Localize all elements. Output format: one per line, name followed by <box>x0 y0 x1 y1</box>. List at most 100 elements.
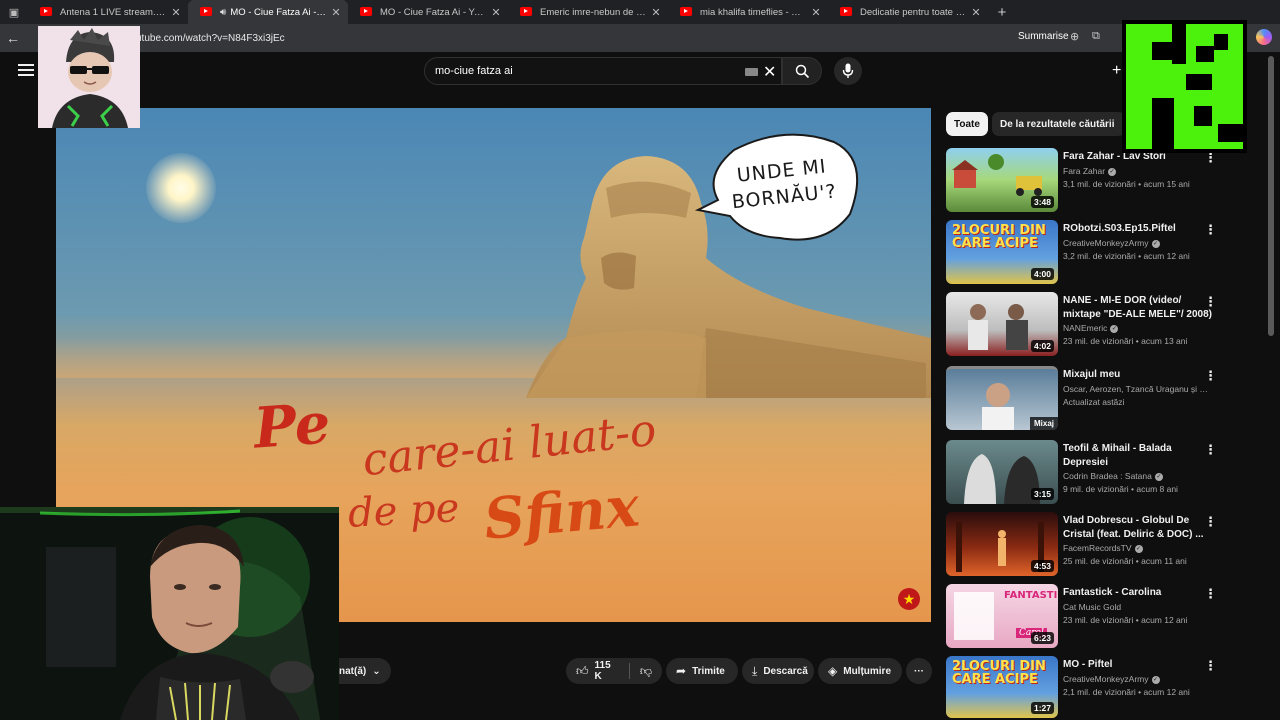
channel-name[interactable]: CreativeMonkeyzArmy ✓ <box>1063 238 1213 248</box>
more-options-icon[interactable]: ⋮ <box>1204 514 1217 530</box>
search-box[interactable]: ✕ <box>424 57 782 85</box>
extension-icon[interactable]: ⊕ <box>1070 30 1079 43</box>
close-tab-icon[interactable]: ✕ <box>650 6 662 19</box>
webcam-feed-image <box>0 507 339 720</box>
channel-name[interactable]: NANEmeric ✓ <box>1063 323 1213 333</box>
search-input[interactable] <box>435 65 735 77</box>
video-thumbnail[interactable]: 2LOCURI DIN CARE ACIPE 1:27 <box>946 656 1058 718</box>
more-actions-button[interactable]: ··· <box>906 658 932 684</box>
video-thumbnail[interactable]: 2LOCURI DIN CARE ACIPE 4:00 <box>946 220 1058 284</box>
page-scrollbar[interactable] <box>1268 56 1274 336</box>
browser-tab[interactable]: mia khalifa timeflies - YouTube ✕ <box>668 0 828 24</box>
like-icon[interactable]: 👍︎ <box>576 664 589 679</box>
url-field[interactable]: utube.com/watch?v=N84F3xi3jEc <box>136 33 285 44</box>
more-options-icon[interactable]: ⋮ <box>1204 294 1217 310</box>
voice-search-button[interactable] <box>834 57 862 85</box>
create-plus-icon[interactable]: + <box>1112 62 1121 80</box>
video-title[interactable]: Fantastick - Carolina <box>1063 586 1213 600</box>
video-art-title: de pe <box>346 485 461 537</box>
close-tab-icon[interactable]: ✕ <box>970 6 982 19</box>
channel-name-text: FacemRecordsTV <box>1063 543 1132 553</box>
video-meta: Actualizat astăzi <box>1063 397 1125 407</box>
video-title[interactable]: Teofil & Mihail - Balada Depresiei <box>1063 442 1213 470</box>
mix-thumbnail[interactable]: Mixaj <box>946 366 1058 430</box>
tab-audio-icon[interactable]: 🔊︎ <box>220 7 226 18</box>
more-options-icon[interactable]: ⋮ <box>1204 586 1217 602</box>
dislike-icon[interactable]: 👎︎ <box>640 664 652 679</box>
recommendation-item[interactable]: FANTASTICK Carol 6:23 Fantastick - Carol… <box>946 584 1262 652</box>
recommendation-item[interactable]: Mixaj Mixajul meu Oscar, Aerozen, Tzancă… <box>946 366 1262 434</box>
channel-name-text: Codrin Bradea : Satana <box>1063 471 1152 481</box>
channel-name[interactable]: Oscar, Aerozen, Tzancă Uraganu și mulți … <box>1063 384 1213 394</box>
browser-tab[interactable]: Emeric imre-nebun de alb - YouTube ✕ <box>508 0 668 24</box>
download-button[interactable]: ⤓ Descarcă <box>742 658 814 684</box>
video-duration: 1:27 <box>1030 702 1054 714</box>
channel-name[interactable]: Fara Zahar ✓ <box>1063 166 1213 176</box>
new-tab-button[interactable]: + <box>992 4 1012 21</box>
chip-from-search-results[interactable]: De la rezultatele căutării <box>992 112 1123 136</box>
search-icon <box>795 64 810 79</box>
channel-watermark-icon[interactable]: ★ <box>898 588 920 610</box>
browser-tab[interactable]: Dedicatie pentru toate fetele de p ✕ <box>828 0 988 24</box>
thanks-icon: ◈ <box>828 664 838 678</box>
video-art-title: Sfinx <box>481 473 642 553</box>
video-title[interactable]: RObotzi.S03.Ep15.Piftel <box>1063 222 1213 236</box>
video-thumbnail[interactable]: 3:48 <box>946 148 1058 212</box>
more-options-icon[interactable]: ⋮ <box>1204 222 1217 238</box>
summarise-button[interactable]: Summarise <box>1018 31 1069 42</box>
video-title[interactable]: MO - Piftel <box>1063 658 1213 672</box>
browser-tab-active[interactable]: 🔊︎ MO - Ciue Fatza Ai - YouTube ✕ <box>188 0 348 24</box>
recommendation-item[interactable]: 3:15 Teofil & Mihail - Balada Depresiei … <box>946 440 1262 508</box>
close-tab-icon[interactable]: ✕ <box>490 6 502 19</box>
more-options-icon[interactable]: ⋮ <box>1204 442 1217 458</box>
thanks-label: Mulțumire <box>843 665 892 677</box>
tab-groups-icon[interactable]: ⧉ <box>1092 30 1100 43</box>
close-tab-icon[interactable]: ✕ <box>330 6 342 19</box>
channel-name[interactable]: Cat Music Gold <box>1063 602 1213 612</box>
copilot-icon[interactable] <box>1256 29 1272 45</box>
browser-tab[interactable]: MO - Ciue Fatza Ai - YouTube ✕ <box>348 0 508 24</box>
youtube-favicon-icon <box>520 7 532 16</box>
video-meta: 23 mil. de vizionări • acum 12 ani <box>1063 615 1188 625</box>
channel-name-text: Fara Zahar <box>1063 166 1106 176</box>
close-tab-icon[interactable]: ✕ <box>810 6 822 19</box>
address-bar: ← utube.com/watch?v=N84F3xi3jEc Summaris… <box>0 24 1280 52</box>
video-thumbnail[interactable]: FANTASTICK Carol 6:23 <box>946 584 1058 648</box>
guide-menu-icon[interactable] <box>18 64 34 78</box>
video-title[interactable]: Vlad Dobrescu - Globul De Cristal (feat.… <box>1063 514 1213 542</box>
video-title[interactable]: NANE - MI-E DOR (video/ mixtape "DE-ALE … <box>1063 294 1213 322</box>
share-button[interactable]: ➦ Trimite <box>666 658 738 684</box>
video-sun <box>146 153 216 223</box>
more-options-icon[interactable]: ⋮ <box>1204 368 1217 384</box>
clear-search-icon[interactable]: ✕ <box>763 62 776 82</box>
browser-tab[interactable]: Antena 1 LIVE stream. Vezi online ✕ <box>28 0 188 24</box>
subscribe-dropdown[interactable]: nat(ă) ⌄ <box>339 658 391 684</box>
video-thumbnail[interactable]: 4:53 <box>946 512 1058 576</box>
recommendation-item[interactable]: 4:02 NANE - MI-E DOR (video/ mixtape "DE… <box>946 292 1262 360</box>
search-button[interactable] <box>782 57 822 85</box>
close-tab-icon[interactable]: ✕ <box>170 6 182 19</box>
tab-actions-menu-icon[interactable]: ▣ <box>0 6 28 19</box>
channel-name[interactable]: Codrin Bradea : Satana ✓ <box>1063 471 1213 481</box>
channel-name[interactable]: FacemRecordsTV ✓ <box>1063 543 1213 553</box>
video-thumbnail[interactable]: 3:15 <box>946 440 1058 504</box>
recommendation-item[interactable]: 3:48 Fara Zahar - Lav Stori Fara Zahar ✓ … <box>946 148 1262 216</box>
keyboard-icon[interactable] <box>745 68 758 76</box>
youtube-favicon-icon <box>360 7 372 16</box>
video-title[interactable]: Mixajul meu <box>1063 368 1213 382</box>
verified-icon: ✓ <box>1151 239 1160 248</box>
thanks-button[interactable]: ◈ Mulțumire <box>818 658 902 684</box>
channel-name-text: NANEmeric <box>1063 323 1108 333</box>
recommendation-item[interactable]: 2LOCURI DIN CARE ACIPE 1:27 MO - Piftel … <box>946 656 1262 720</box>
video-thumbnail[interactable]: 4:02 <box>946 292 1058 356</box>
chip-all[interactable]: Toate <box>946 112 988 136</box>
back-arrow-icon[interactable]: ← <box>0 30 26 46</box>
more-options-icon[interactable]: ⋮ <box>1204 658 1217 674</box>
channel-name[interactable]: CreativeMonkeyzArmy ✓ <box>1063 674 1213 684</box>
like-count[interactable]: 115 K <box>595 660 619 682</box>
mix-badge: Mixaj <box>1029 417 1058 430</box>
recommendation-item[interactable]: 2LOCURI DIN CARE ACIPE 4:00 RObotzi.S03.… <box>946 220 1262 288</box>
recommendation-item[interactable]: 4:53 Vlad Dobrescu - Globul De Cristal (… <box>946 512 1262 580</box>
streamer-logo-overlay <box>1122 20 1247 153</box>
download-icon: ⤓ <box>752 663 758 678</box>
